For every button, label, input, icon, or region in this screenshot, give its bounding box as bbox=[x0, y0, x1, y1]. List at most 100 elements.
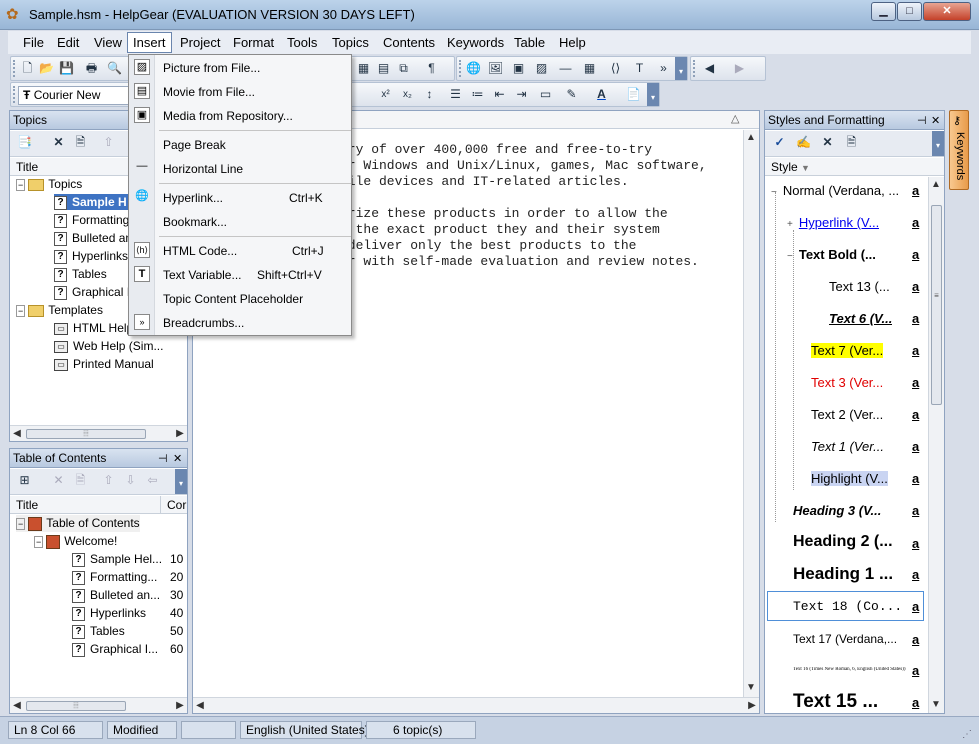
minimize-button[interactable]: ▁ bbox=[871, 2, 896, 21]
tree-node-template[interactable]: ▭ Printed Manual bbox=[54, 356, 154, 372]
menu-item-bookmark[interactable]: Bookmark... bbox=[163, 215, 227, 229]
topics-hscrollbar[interactable]: ◀ ⦙⦙⦙ ▶ bbox=[10, 425, 187, 441]
pin-icon[interactable]: ⊣ bbox=[158, 450, 168, 468]
style-item-text-1[interactable]: Text 1 (Ver... bbox=[811, 439, 884, 454]
move-up-icon[interactable]: ⇧ bbox=[100, 134, 117, 151]
menu-item-html-code[interactable]: HTML Code... bbox=[163, 244, 237, 258]
style-preview-a[interactable]: a bbox=[912, 343, 919, 358]
menu-item-text-variable[interactable]: Text Variable... bbox=[163, 268, 241, 282]
style-item-highlight[interactable]: Highlight (V... bbox=[811, 471, 888, 486]
new-file-icon[interactable]: 🗋 bbox=[19, 60, 36, 77]
editor-vscrollbar[interactable]: ▲ ▼ bbox=[743, 130, 759, 697]
decrease-indent-icon[interactable]: ⇤ bbox=[491, 86, 508, 103]
tree-node-templates[interactable]: − Templates bbox=[16, 302, 103, 319]
editor-hscrollbar[interactable]: ◀ ▶ bbox=[193, 697, 759, 713]
style-item-normal[interactable]: − Normal (Verdana, ... bbox=[771, 183, 899, 198]
menu-tools[interactable]: Tools bbox=[287, 35, 317, 50]
tree-node-topic[interactable]: ? Formatting bbox=[54, 212, 129, 228]
tree-node-topics[interactable]: − Topics bbox=[16, 176, 82, 193]
style-preview-a[interactable]: a bbox=[912, 183, 919, 198]
style-preview-a[interactable]: a bbox=[912, 567, 919, 582]
style-item-text-bold[interactable]: − Text Bold (... bbox=[787, 247, 876, 262]
close-button[interactable]: ✕ bbox=[923, 2, 971, 21]
table-icon[interactable]: ▦ bbox=[581, 60, 598, 77]
html-code-icon[interactable]: ⟨⟩ bbox=[607, 60, 624, 77]
maximize-button[interactable]: □ bbox=[897, 2, 922, 21]
apply-check-icon[interactable]: ✓ bbox=[771, 134, 788, 151]
style-item-hyperlink[interactable]: + Hyperlink (V... bbox=[787, 215, 879, 230]
superscript-icon[interactable]: x² bbox=[377, 86, 394, 103]
style-preview-a[interactable]: a bbox=[912, 471, 919, 486]
editor-content[interactable]: ary of over 400,000 free and free-to-try… bbox=[340, 142, 707, 270]
move-up-icon[interactable]: ⇧ bbox=[100, 472, 117, 489]
toc-node-topic[interactable]: ? Sample Hel... 10 bbox=[72, 551, 183, 567]
menu-edit[interactable]: Edit bbox=[57, 35, 79, 50]
menu-item-topic-content-placeholder[interactable]: Topic Content Placeholder bbox=[163, 292, 303, 306]
style-preview-a[interactable]: a bbox=[912, 407, 919, 422]
tree-node-template[interactable]: ▭ HTML Help bbox=[54, 320, 133, 336]
numbered-list-icon[interactable]: ☰ bbox=[447, 86, 464, 103]
save-icon[interactable]: 💾 bbox=[58, 60, 75, 77]
increase-indent-icon[interactable]: ⇥ bbox=[513, 86, 530, 103]
toolbar-options-icon[interactable]: ▾ bbox=[175, 469, 187, 494]
styles-vscrollbar[interactable]: ▲ ≡ ▼ bbox=[928, 177, 944, 713]
toc-node-topic[interactable]: ? Formatting... 20 bbox=[72, 569, 183, 585]
menu-item-hyperlink[interactable]: Hyperlink... bbox=[163, 191, 223, 205]
toc-node-welcome[interactable]: − Welcome! bbox=[34, 533, 117, 550]
scroll-left-icon[interactable]: ◀ bbox=[193, 698, 207, 713]
toc-column-title[interactable]: Title bbox=[16, 498, 38, 512]
breadcrumbs-icon[interactable]: » bbox=[655, 60, 672, 77]
menu-item-picture-from-file[interactable]: Picture from File... bbox=[163, 61, 260, 75]
close-panel-icon[interactable]: ✕ bbox=[931, 112, 940, 130]
styles-column-header[interactable]: Style ▼ bbox=[765, 158, 944, 176]
style-item-text-7[interactable]: Text 7 (Ver... bbox=[811, 343, 884, 358]
style-item-heading-3[interactable]: Heading 3 (V... bbox=[793, 503, 881, 518]
scroll-up-icon[interactable]: ▲ bbox=[744, 130, 758, 145]
style-preview-a[interactable]: a bbox=[912, 663, 919, 678]
toc-node-topic[interactable]: ? Hyperlinks 40 bbox=[72, 605, 183, 621]
forward-icon[interactable]: ▶ bbox=[731, 60, 748, 77]
style-preview-a[interactable]: a bbox=[912, 599, 919, 614]
style-item-text-18[interactable]: Text 18 (Co... bbox=[793, 599, 902, 614]
scroll-thumb[interactable]: ⦙⦙⦙ bbox=[26, 429, 146, 439]
resize-grip-icon[interactable]: ⋰ bbox=[962, 729, 972, 740]
font-name-combo[interactable]: Ŧ Courier New bbox=[18, 86, 130, 105]
style-item-text-16[interactable]: Text 16 (Times New Roman, 6, English (Un… bbox=[793, 667, 908, 672]
style-preview-a[interactable]: a bbox=[912, 695, 919, 710]
menu-insert[interactable]: Insert bbox=[127, 32, 172, 53]
move-left-icon[interactable]: ⇦ bbox=[144, 472, 161, 489]
line-spacing-icon[interactable]: ↕ bbox=[421, 86, 438, 103]
frame-icon[interactable]: ▣ bbox=[510, 60, 527, 77]
scroll-right-icon[interactable]: ▶ bbox=[173, 426, 187, 441]
style-preview-a[interactable]: a bbox=[912, 503, 919, 518]
tree-node-topic[interactable]: ? Tables bbox=[54, 266, 107, 282]
toc-node-topic[interactable]: ? Graphical I... 60 bbox=[72, 641, 183, 657]
menu-format[interactable]: Format bbox=[233, 35, 274, 50]
menu-item-horizontal-line[interactable]: Horizontal Line bbox=[163, 162, 243, 176]
style-preview-a[interactable]: a bbox=[912, 536, 919, 551]
style-preview-a[interactable]: a bbox=[912, 632, 919, 647]
back-icon[interactable]: ◀ bbox=[701, 60, 718, 77]
style-preview-a[interactable]: a bbox=[912, 375, 919, 390]
scroll-right-icon[interactable]: ▶ bbox=[745, 698, 759, 713]
new-style-icon[interactable]: ✍ bbox=[795, 134, 812, 151]
menu-help[interactable]: Help bbox=[559, 35, 586, 50]
menu-item-breadcrumbs[interactable]: Breadcrumbs... bbox=[163, 316, 244, 330]
scroll-thumb[interactable]: ≡ bbox=[931, 205, 942, 405]
globe-link-icon[interactable]: 🌐 bbox=[465, 60, 482, 77]
sort-arrow-icon[interactable]: ▼ bbox=[801, 163, 810, 173]
style-item-text-3[interactable]: Text 3 (Ver... bbox=[811, 375, 883, 390]
toc-column-num[interactable]: Cor bbox=[160, 496, 186, 514]
preview-icon[interactable]: 🔍 bbox=[106, 60, 123, 77]
app-icon[interactable]: ✿ bbox=[6, 6, 24, 24]
delete-icon[interactable]: ✕ bbox=[819, 134, 836, 151]
move-down-icon[interactable]: ⇩ bbox=[122, 472, 139, 489]
tree-node-topic[interactable]: ? Hyperlinks bbox=[54, 248, 128, 264]
open-folder-icon[interactable]: 📂 bbox=[38, 60, 55, 77]
toc-hscrollbar[interactable]: ◀ ⦙⦙⦙ ▶ bbox=[10, 697, 187, 713]
toc-node-root[interactable]: − Table of Contents bbox=[16, 515, 140, 532]
tree-node-topic-selected[interactable]: ? Sample H bbox=[54, 194, 131, 210]
table-insert-icon[interactable]: ▦ bbox=[355, 60, 372, 77]
toolbar-options-icon[interactable]: ▾ bbox=[932, 131, 944, 156]
style-item-heading-2[interactable]: Heading 2 (... bbox=[793, 533, 893, 551]
